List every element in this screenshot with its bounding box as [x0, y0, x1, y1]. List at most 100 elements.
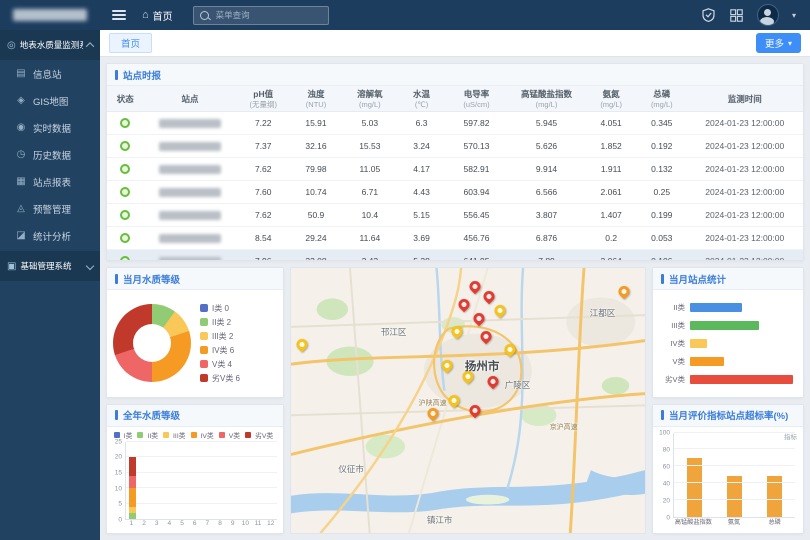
bar-column: [139, 442, 152, 520]
value-cell: 15.53: [342, 134, 398, 157]
y-tick-label: 100: [659, 429, 670, 436]
menu-search-input[interactable]: [214, 9, 322, 21]
y-tick-label: 15: [115, 469, 122, 476]
x-tick-label: 5: [176, 520, 189, 530]
water-grade-donut-chart[interactable]: [113, 304, 191, 382]
year-grade-chart[interactable]: I类II类III类IV类V类劣V类 0510152025 12345678910…: [107, 427, 283, 534]
plot-area: [125, 442, 277, 521]
sidebar-item-history-data[interactable]: ◷ 历史数据: [0, 141, 100, 168]
sidebar-item-realtime-data[interactable]: ◉ 实时数据: [0, 114, 100, 141]
legend-item[interactable]: V类 4: [200, 359, 240, 370]
station-report-panel: 站点时报 状态站点pH值(无量纲)浊度(NTU)溶解氧(mg/L)水温(℃)电导…: [106, 63, 804, 261]
bar-column: [264, 442, 277, 520]
legend-label: V类 4: [212, 359, 232, 370]
shield-icon[interactable]: [701, 8, 716, 23]
column-header-name: 总磷: [637, 89, 687, 100]
table-row[interactable]: 8.5429.2411.643.69456.766.8760.20.053202…: [107, 226, 803, 249]
legend-item[interactable]: V类: [219, 430, 240, 440]
value-cell: 3.064: [585, 249, 637, 260]
column-header-name: 高锰酸盐指数: [508, 89, 586, 100]
column-header: 高锰酸盐指数(mg/L): [508, 86, 586, 111]
sidebar-group-surface-water-system[interactable]: ◎ 地表水质量监测系统: [0, 30, 100, 60]
value-cell: 3.24: [398, 134, 445, 157]
topbar-home-link[interactable]: ⌂ 首页: [142, 8, 173, 23]
legend-label: I类 0: [212, 303, 229, 314]
home-icon: ⌂: [142, 9, 149, 21]
legend-item[interactable]: 劣V类 6: [200, 373, 240, 384]
column-header: 浊度(NTU): [290, 86, 342, 111]
x-tick-label: 2: [138, 520, 151, 530]
x-tick-label: 10: [239, 520, 252, 530]
sidebar-item-label: 实时数据: [33, 121, 71, 135]
sidebar-item-alert-management[interactable]: ◬ 预警管理: [0, 195, 100, 222]
donut-legend: I类 0 II类 2 III类 2 IV类 6 V类 4 劣V类 6: [200, 303, 240, 384]
column-header: 电导率(uS/cm): [445, 86, 507, 111]
apps-grid-icon[interactable]: [729, 8, 744, 23]
legend-item[interactable]: III类 2: [200, 331, 240, 342]
sidebar-item-label: 信息站: [33, 67, 62, 81]
hbar-row: IV类: [659, 338, 793, 349]
menu-search-box[interactable]: [193, 6, 329, 25]
user-avatar[interactable]: [757, 4, 779, 26]
value-cell: 6.566: [508, 180, 586, 203]
legend-label: III类: [173, 430, 185, 440]
legend-item[interactable]: III类: [163, 430, 185, 440]
value-cell: 556.45: [445, 203, 507, 226]
tab-home[interactable]: 首页: [109, 33, 152, 53]
panel-title: 当月评价指标站点超标率(%): [653, 405, 803, 427]
table-row[interactable]: 7.9633.083.435.38641.957.893.0640.106202…: [107, 249, 803, 260]
sidebar-item-station-report[interactable]: ▦ 站点报表: [0, 168, 100, 195]
menu-toggle-icon[interactable]: [112, 10, 126, 20]
gis-map[interactable]: 扬州市邗江区江都区广陵区仪征市镇江市沪陕高速京沪高速: [290, 267, 646, 534]
table-row[interactable]: 7.6250.910.45.15556.453.8071.4070.199202…: [107, 203, 803, 226]
table-row[interactable]: 7.3732.1615.533.24570.135.6261.8520.1922…: [107, 134, 803, 157]
system-icon: ◎: [7, 40, 16, 51]
table-row[interactable]: 7.6279.9811.054.17582.919.9141.9110.1322…: [107, 157, 803, 180]
sidebar-item-label: 预警管理: [33, 202, 71, 216]
value-cell: 32.16: [290, 134, 342, 157]
legend-item[interactable]: IV类 6: [200, 345, 240, 356]
value-cell: 1.911: [585, 157, 637, 180]
sidebar-group-basic-management[interactable]: ▣ 基础管理系统: [0, 251, 100, 281]
panel-title: 当月站点统计: [653, 268, 803, 290]
exceed-rate-chart[interactable]: 指标 020406080100 高锰酸盐指数氨氮总磷: [653, 427, 803, 534]
value-cell: 0.199: [637, 203, 687, 226]
table-row[interactable]: 7.2215.915.036.3597.825.9454.0510.345202…: [107, 111, 803, 134]
column-header-name: 状态: [107, 94, 144, 105]
category-label: II类: [659, 302, 685, 313]
legend-item[interactable]: II类: [137, 430, 158, 440]
legend-label: 劣V类 6: [212, 373, 240, 384]
value-cell: 29.24: [290, 226, 342, 249]
info-station-icon: ▤: [15, 68, 27, 79]
table-row[interactable]: 7.6010.746.714.43603.946.5662.0610.25202…: [107, 180, 803, 203]
column-header-name: 溶解氧: [342, 89, 398, 100]
legend-item[interactable]: IV类: [191, 430, 214, 440]
more-button[interactable]: 更多 ▾: [756, 33, 801, 53]
redacted-station-name: [159, 119, 221, 128]
station-stats-chart[interactable]: II类III类IV类V类劣V类: [653, 290, 803, 397]
column-header: 站点: [144, 86, 237, 111]
legend-item[interactable]: II类 2: [200, 317, 240, 328]
x-axis-labels: 123456789101112: [125, 520, 277, 530]
column-header-name: 监测时间: [687, 94, 803, 105]
status-dot-green: [120, 256, 130, 260]
value-cell: 10.4: [342, 203, 398, 226]
value-cell: 1.407: [585, 203, 637, 226]
x-tick-label: 7: [201, 520, 214, 530]
topbar-right-actions: ▾: [701, 4, 810, 26]
legend-item[interactable]: 劣V类: [245, 430, 273, 440]
legend-swatch: [200, 346, 208, 354]
sidebar-item-statistics[interactable]: ◪ 统计分析: [0, 222, 100, 249]
y-tick-label: 5: [118, 501, 122, 508]
sidebar-item-info-station[interactable]: ▤ 信息站: [0, 60, 100, 87]
bar-track: [690, 339, 793, 348]
legend-item[interactable]: I类 0: [200, 303, 240, 314]
sidebar-item-gis-map[interactable]: ◈ GIS地图: [0, 87, 100, 114]
y-tick-label: 20: [115, 454, 122, 461]
gridline: [674, 465, 795, 466]
legend-swatch: [200, 318, 208, 326]
sidebar-item-label: GIS地图: [33, 94, 68, 108]
chevron-down-icon[interactable]: ▾: [792, 11, 796, 20]
category-label: IV类: [659, 338, 685, 349]
value-cell: 7.37: [236, 134, 290, 157]
